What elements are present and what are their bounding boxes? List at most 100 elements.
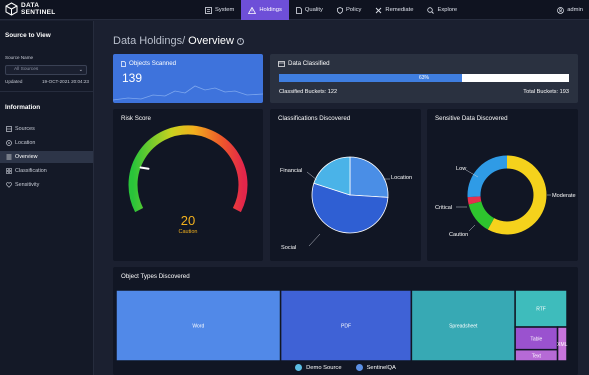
legend-label-demo-source: Demo Source: [306, 364, 342, 371]
legend-item-sentinelqa[interactable]: SentinelQA: [355, 364, 396, 371]
nav-quality[interactable]: Quality: [289, 0, 330, 20]
objects-scanned-title-row: Objects Scanned: [121, 60, 176, 67]
treemap-legend: Demo Source SentinelQA: [113, 364, 578, 371]
data-classified-title-row: Data Classified: [278, 60, 330, 67]
donut-label-caution: Caution: [449, 232, 468, 238]
data-classified-title: Data Classified: [288, 60, 330, 67]
objects-scanned-title: Objects Scanned: [129, 60, 177, 67]
risk-score-level: Caution: [179, 229, 198, 235]
brand-name: DATA SENTINEL: [21, 2, 56, 16]
treemap-label-spreadsheet: Spreadsheet: [449, 324, 478, 330]
page-title-prefix: Data Holdings/: [113, 35, 186, 47]
object-types-card: Object Types Discovered Word PDF Spreadshe…: [113, 267, 578, 375]
classified-progress-label: 63%: [418, 75, 429, 81]
donut-label-low: Low: [456, 166, 467, 172]
total-buckets: Total Buckets: 193: [523, 89, 569, 95]
source-name-label: Source Name: [5, 55, 34, 60]
donut-leader-caution: [468, 224, 476, 232]
sensitive-donut-chart: Moderate Caution Critical Low: [435, 155, 576, 238]
legend-dot-sentinelqa: [355, 364, 363, 371]
data-classified-card: Data Classified 63% Classified Buckets: …: [270, 54, 578, 103]
sidebar-item-overview-label: Overview: [15, 154, 38, 160]
warning-triangle-icon: [248, 6, 257, 14]
treemap-label-word: Word: [192, 324, 204, 330]
classifications-card: Classifications Discovered Location Soci…: [270, 109, 421, 261]
brand-logo[interactable]: DATA SENTINEL: [5, 2, 56, 16]
shield-icon: [337, 6, 343, 14]
pie-label-financial: Financial: [280, 168, 302, 174]
system-icon: [205, 6, 212, 14]
sensitive-data-card: Sensitive Data Discovered Moderate Cauti…: [427, 109, 578, 261]
objects-scanned-sparkline: [113, 85, 263, 101]
page-title: Data Holdings/ Overview i: [113, 35, 244, 47]
sidebar-divider: [0, 91, 93, 92]
gauge-arc: [128, 125, 248, 213]
user-menu[interactable]: admin: [557, 0, 583, 20]
pie-slice-location[interactable]: [349, 156, 389, 198]
user-name: admin: [567, 7, 583, 13]
tools-icon: [376, 7, 382, 13]
pie-leader-social: [308, 233, 321, 247]
classified-buckets: Classified Buckets: 122: [279, 89, 338, 95]
classified-progress-bar: 63%: [279, 74, 569, 82]
classifications-pie-chart: Location Social Financial: [280, 156, 412, 251]
sidebar-item-location[interactable]: Location: [0, 137, 93, 149]
legend-label-sentinelqa: SentinelQA: [366, 364, 396, 371]
nav-policy-label: Policy: [345, 7, 362, 13]
objects-scanned-card: Objects Scanned 139: [113, 54, 263, 103]
treemap-label-pdf: PDF: [341, 324, 351, 330]
list-icon: [6, 154, 12, 160]
chevron-down-icon: ⌄: [78, 67, 83, 73]
treemap-label-table: Table: [530, 336, 542, 342]
object-types-treemap: Word PDF Spreadsheet RTF Table Text XML: [115, 289, 568, 362]
brand-line-1: DATA: [21, 2, 40, 9]
page-title-main: Overview: [188, 35, 234, 47]
nav-system-label: System: [215, 7, 235, 13]
nav-policy[interactable]: Policy: [330, 0, 368, 20]
sidebar-item-sensitivity[interactable]: Sensitivity: [0, 179, 93, 191]
top-bar: DATA SENTINEL System Holdings Quality Po…: [0, 0, 589, 20]
nav-holdings[interactable]: Holdings: [241, 0, 289, 20]
source-select-value: All Sources: [14, 67, 39, 72]
pie-label-social: Social: [281, 245, 296, 251]
info-icon[interactable]: i: [237, 37, 244, 45]
pie-leader-financial: [306, 171, 318, 181]
sidebar-item-overview[interactable]: Overview: [0, 151, 93, 163]
updated-row: Updated 19-OCT-2021 20:04:23: [5, 79, 89, 84]
sidebar-item-sources-label: Sources: [15, 126, 35, 132]
legend-item-demo-source[interactable]: Demo Source: [295, 364, 342, 371]
source-select[interactable]: All Sources ⌄: [5, 65, 87, 75]
heart-icon: [6, 182, 12, 188]
nav-system[interactable]: System: [198, 0, 241, 20]
nav-remediate[interactable]: Remediate: [368, 0, 420, 20]
gauge-needle: [139, 166, 150, 170]
user-icon: [557, 6, 565, 14]
sidebar-item-classification[interactable]: Classification: [0, 165, 93, 177]
risk-score-card: Risk Score 20 Caution: [113, 109, 263, 261]
risk-gauge: 20 Caution: [128, 125, 248, 235]
risk-score-value: 20: [181, 213, 195, 228]
nav-remediate-label: Remediate: [385, 7, 414, 13]
treemap-label-rtf: RTF: [536, 307, 546, 313]
main-nav: System Holdings Quality Policy Remediate…: [198, 0, 464, 20]
search-icon: [427, 6, 435, 14]
sidebar: Source to View Source Name All Sources ⌄…: [0, 21, 94, 375]
nav-quality-label: Quality: [304, 7, 323, 13]
legend-dot-demo-source: [295, 364, 303, 371]
classification-icon: [6, 168, 12, 174]
donut-label-moderate: Moderate: [552, 193, 576, 199]
sidebar-item-sensitivity-label: Sensitivity: [15, 182, 40, 188]
updated-label: Updated: [5, 79, 23, 84]
location-icon: [6, 140, 12, 146]
nav-explore[interactable]: Explore: [420, 0, 464, 20]
updated-value: 19-OCT-2021 20:04:23: [42, 79, 89, 84]
cube-logo-icon: [5, 2, 18, 16]
sidebar-item-sources[interactable]: Sources: [0, 123, 93, 135]
source-heading: Source to View: [5, 32, 51, 39]
document-icon: [121, 60, 126, 67]
main-content: Data Holdings/ Overview i Objects Scanne…: [95, 21, 589, 375]
nav-explore-label: Explore: [437, 7, 458, 13]
information-heading: Information: [5, 104, 41, 111]
folder-icon: [278, 60, 285, 67]
treemap-label-xml: XML: [557, 342, 568, 348]
